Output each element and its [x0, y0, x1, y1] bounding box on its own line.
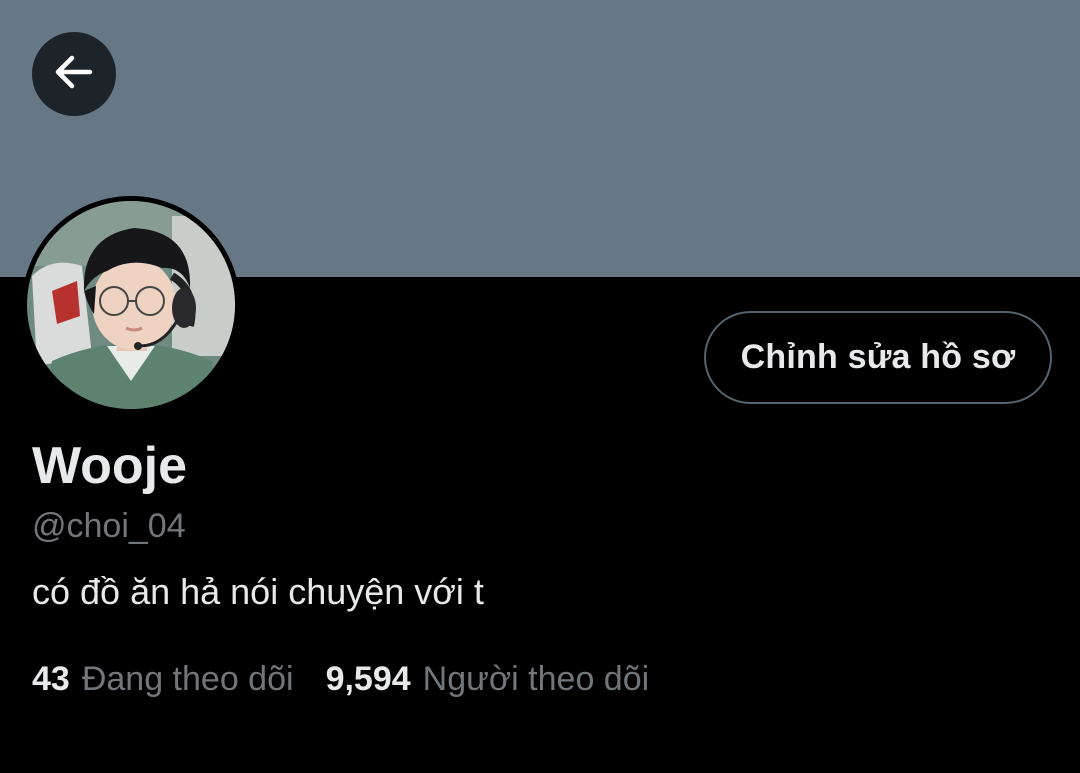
edit-profile-button[interactable]: Chỉnh sửa hồ sơ — [704, 311, 1052, 404]
followers-link[interactable]: 9,594 Người theo dõi — [326, 657, 650, 701]
edit-profile-label: Chỉnh sửa hồ sơ — [740, 338, 1016, 376]
profile-screen: Chỉnh sửa hồ sơ Wooje @choi_04 có đồ ăn … — [0, 0, 1080, 773]
arrow-left-icon — [52, 50, 96, 99]
profile-bio: có đồ ăn hả nói chuyện với t — [32, 571, 484, 612]
followers-count: 9,594 — [325, 660, 411, 698]
following-count: 43 — [32, 660, 70, 698]
avatar[interactable] — [22, 196, 240, 414]
display-name: Wooje — [32, 437, 188, 495]
back-button[interactable] — [32, 32, 116, 116]
followers-label: Người theo dõi — [422, 660, 650, 698]
following-link[interactable]: 43 Đang theo dõi — [32, 657, 294, 701]
user-handle: @choi_04 — [32, 507, 186, 545]
follow-stats: 43 Đang theo dõi 9,594 Người theo dõi — [32, 657, 649, 701]
following-label: Đang theo dõi — [81, 660, 294, 698]
